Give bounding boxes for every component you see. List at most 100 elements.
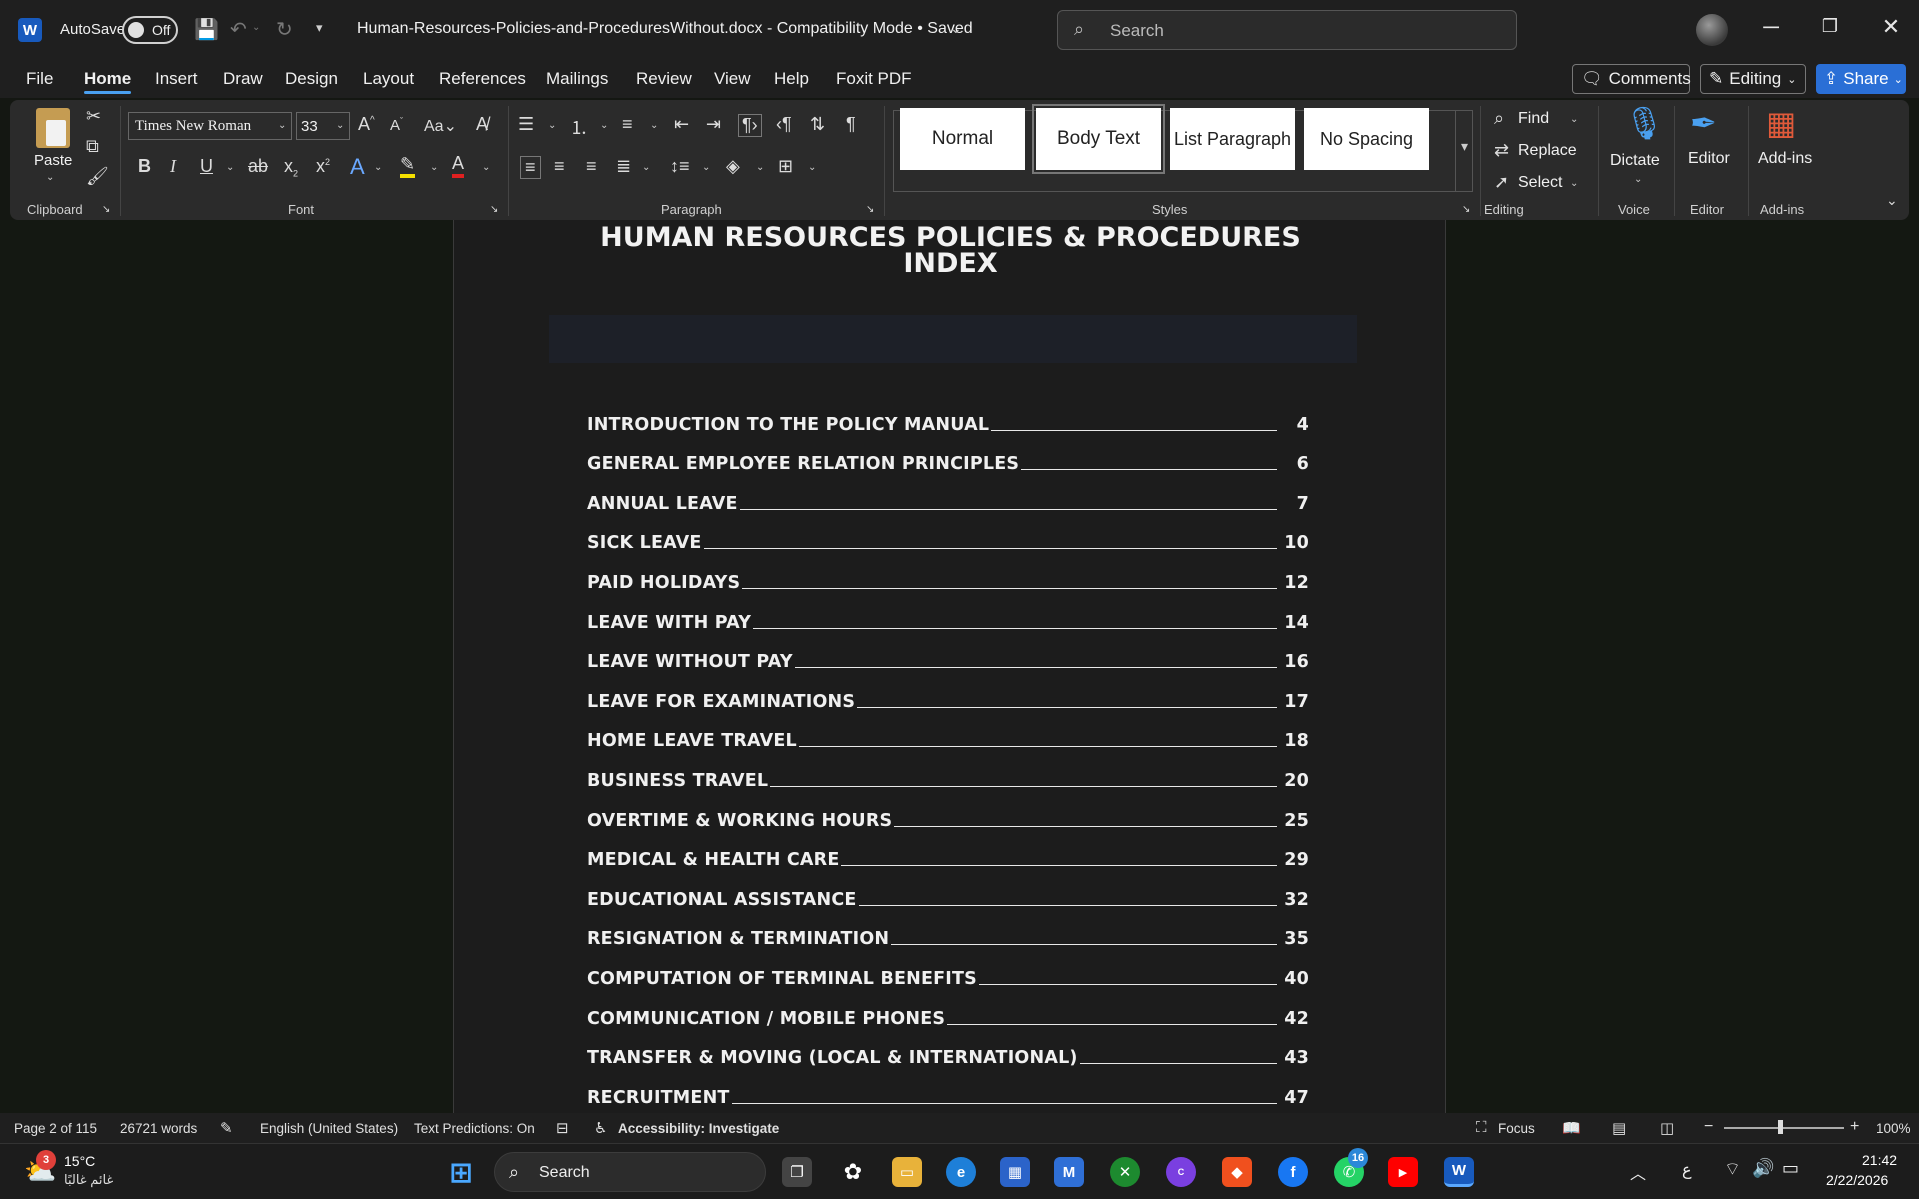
rtl-direction-icon[interactable]: ‹¶ xyxy=(776,114,792,135)
share-button[interactable]: ⇪ Share ⌄ xyxy=(1816,64,1906,94)
find-button[interactable]: Find xyxy=(1518,110,1549,128)
facebook-icon[interactable]: f xyxy=(1278,1157,1308,1187)
strikethrough-icon[interactable]: ab xyxy=(248,156,268,177)
addins-button[interactable]: Add-ins xyxy=(1758,150,1812,168)
style-normal[interactable]: Normal xyxy=(900,108,1025,170)
toc-entry[interactable]: COMPUTATION OF TERMINAL BENEFITS 40 xyxy=(587,951,1309,991)
sort-icon[interactable]: ⇅ xyxy=(810,114,825,135)
toc-entry[interactable]: PAID HOLIDAYS 12 xyxy=(587,555,1309,595)
file-explorer-icon[interactable]: ▭ xyxy=(892,1157,922,1187)
shading-chevron-icon[interactable]: ⌄ xyxy=(756,162,764,173)
toc-entry[interactable]: OVERTIME & WORKING HOURS 25 xyxy=(587,793,1309,833)
proofing-icon[interactable]: ✎ xyxy=(220,1119,233,1137)
toc-entry[interactable]: LEAVE WITH PAY 14 xyxy=(587,595,1309,635)
clock-date[interactable]: 2/22/2026 xyxy=(1826,1172,1888,1188)
justify-icon[interactable]: ≣ xyxy=(616,156,631,177)
input-method-indicator[interactable]: ع xyxy=(1682,1160,1692,1180)
taskbar-search[interactable]: ⌕ Search xyxy=(494,1152,766,1192)
copilot-icon[interactable]: ✿ xyxy=(838,1157,868,1187)
tab-home[interactable]: Home xyxy=(84,69,131,89)
tab-insert[interactable]: Insert xyxy=(155,69,198,89)
cut-icon[interactable]: ✂ xyxy=(86,106,101,127)
borders-icon[interactable]: ⊞ xyxy=(778,156,793,177)
increase-indent-icon[interactable]: ⇥ xyxy=(706,114,721,135)
edge-icon[interactable]: e xyxy=(946,1157,976,1187)
find-chevron-icon[interactable]: ⌄ xyxy=(1570,114,1578,125)
windows-start-icon[interactable]: ⊞ xyxy=(446,1157,476,1188)
xbox-icon[interactable]: ✕ xyxy=(1110,1157,1140,1187)
find-icon[interactable]: ⌕ xyxy=(1494,108,1504,129)
toc-entry[interactable]: LEAVE WITHOUT PAY 16 xyxy=(587,635,1309,675)
zoom-out-icon[interactable]: − xyxy=(1704,1118,1713,1136)
line-spacing-icon[interactable]: ↕≡ xyxy=(670,156,690,177)
align-center-icon[interactable]: ≡ xyxy=(554,156,565,177)
brave-icon[interactable]: ◆ xyxy=(1222,1157,1252,1187)
print-layout-icon[interactable]: ▤ xyxy=(1612,1119,1626,1137)
undo-dropdown-icon[interactable]: ⌄ xyxy=(252,22,260,33)
toc-entry[interactable]: BUSINESS TRAVEL 20 xyxy=(587,753,1309,793)
style-no-spacing[interactable]: No Spacing xyxy=(1304,108,1429,170)
focus-icon[interactable]: ⛶ xyxy=(1476,1119,1487,1136)
dictate-chevron-icon[interactable]: ⌄ xyxy=(1634,174,1642,185)
tab-draw[interactable]: Draw xyxy=(223,69,263,89)
font-color-chevron-icon[interactable]: ⌄ xyxy=(482,162,490,173)
accessibility-icon[interactable]: ♿ xyxy=(594,1119,607,1137)
macro-recording-icon[interactable]: ⊟ xyxy=(556,1119,569,1137)
toc-entry[interactable]: HOME LEAVE TRAVEL 18 xyxy=(587,714,1309,754)
style-list-paragraph[interactable]: List Paragraph xyxy=(1170,108,1295,170)
styles-more-icon[interactable]: ▾ xyxy=(1455,110,1473,192)
select-icon[interactable]: ➚ xyxy=(1494,172,1509,193)
text-effects-chevron-icon[interactable]: ⌄ xyxy=(374,162,382,173)
align-left-icon[interactable]: ≡ xyxy=(520,156,541,179)
multilevel-list-icon[interactable]: ≡ xyxy=(622,114,633,135)
toc-entry[interactable]: GENERAL EMPLOYEE RELATION PRINCIPLES 6 xyxy=(587,437,1309,477)
text-predictions-indicator[interactable]: Text Predictions: On xyxy=(414,1121,535,1136)
shrink-font-icon[interactable]: Aˇ xyxy=(390,116,403,134)
toc-entry[interactable]: SICK LEAVE 10 xyxy=(587,516,1309,556)
bullets-chevron-icon[interactable]: ⌄ xyxy=(548,120,556,131)
font-launcher-icon[interactable]: ↘ xyxy=(490,204,498,215)
bold-icon[interactable]: B xyxy=(138,156,151,177)
styles-launcher-icon[interactable]: ↘ xyxy=(1462,204,1470,215)
clipboard-launcher-icon[interactable]: ↘ xyxy=(102,204,110,215)
page-count[interactable]: Page 2 of 115 xyxy=(14,1121,97,1136)
tab-references[interactable]: References xyxy=(439,69,526,89)
redo-icon[interactable]: ↻ xyxy=(276,17,293,42)
italic-icon[interactable]: I xyxy=(170,156,176,177)
addins-grid-icon[interactable]: ▦ xyxy=(1766,104,1796,142)
select-button[interactable]: Select xyxy=(1518,174,1562,192)
text-effects-icon[interactable]: A xyxy=(350,154,365,180)
minimize-icon[interactable]: ─ xyxy=(1756,14,1786,40)
show-hidden-icons-chevron-icon[interactable]: ︿ xyxy=(1630,1160,1646,1184)
format-painter-icon[interactable]: 🖌 xyxy=(86,166,109,187)
multilevel-chevron-icon[interactable]: ⌄ xyxy=(650,120,658,131)
ltr-direction-icon[interactable]: ¶› xyxy=(738,114,762,137)
paste-chevron-icon[interactable]: ⌄ xyxy=(46,172,54,183)
zoom-in-icon[interactable]: + xyxy=(1850,1118,1859,1136)
microphone-icon[interactable]: 🎙 xyxy=(1624,104,1665,142)
tab-foxit-pdf[interactable]: Foxit PDF xyxy=(836,69,912,89)
copy-icon[interactable]: ⧉ xyxy=(86,136,99,157)
undo-icon[interactable]: ↶ xyxy=(230,17,247,42)
justify-chevron-icon[interactable]: ⌄ xyxy=(642,162,650,173)
paste-label[interactable]: Paste xyxy=(34,152,72,169)
collapse-ribbon-icon[interactable]: ⌄ xyxy=(1886,192,1898,209)
tab-review[interactable]: Review xyxy=(636,69,692,89)
tab-design[interactable]: Design xyxy=(285,69,338,89)
tab-help[interactable]: Help xyxy=(774,69,809,89)
tab-view[interactable]: View xyxy=(714,69,751,89)
toc-entry[interactable]: INTRODUCTION TO THE POLICY MANUAL 4 xyxy=(587,397,1309,437)
zoom-slider[interactable] xyxy=(1724,1127,1844,1129)
change-case-icon[interactable]: Aa⌄ xyxy=(424,116,457,136)
font-size-chevron-icon[interactable]: ⌄ xyxy=(336,120,344,131)
font-name-select[interactable]: Times New Roman xyxy=(128,112,292,140)
toc-entry[interactable]: RESIGNATION & TERMINATION 35 xyxy=(587,912,1309,952)
subscript-icon[interactable]: x2 xyxy=(284,156,298,179)
toc-entry[interactable]: EDUCATIONAL ASSISTANCE 32 xyxy=(587,872,1309,912)
style-body-text[interactable]: Body Text xyxy=(1032,104,1165,174)
search-input[interactable]: ⌕ Search xyxy=(1057,10,1517,50)
editing-mode-button[interactable]: ✎ Editing ⌄ xyxy=(1700,64,1806,94)
toc-entry[interactable]: TRANSFER & MOVING (LOCAL & INTERNATIONAL… xyxy=(587,1031,1309,1071)
clock-time[interactable]: 21:42 xyxy=(1862,1152,1897,1168)
avatar[interactable] xyxy=(1696,14,1728,46)
